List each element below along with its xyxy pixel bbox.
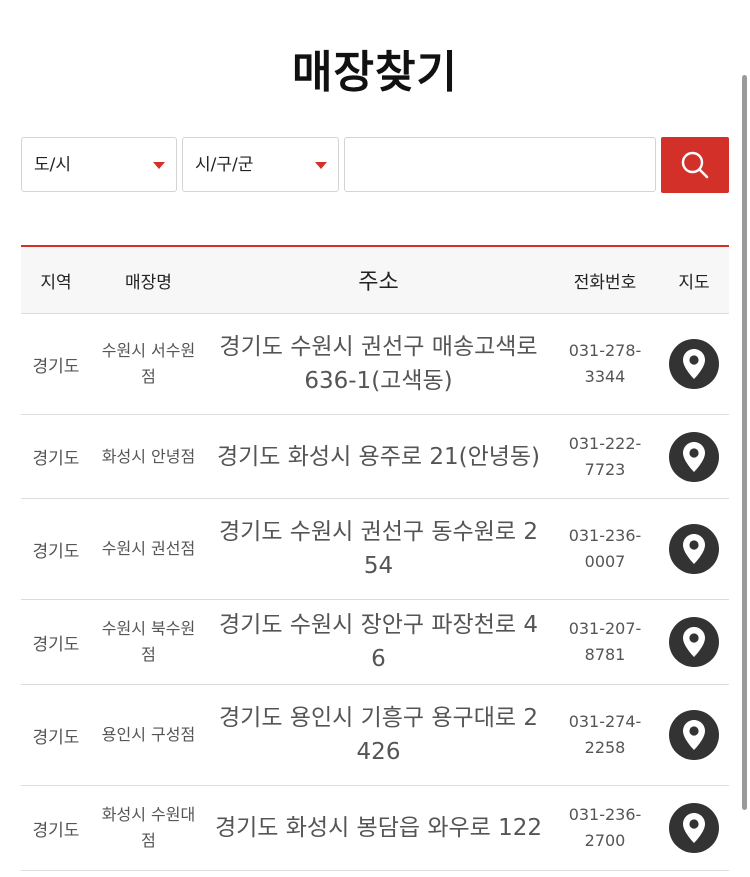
table-row: 경기도 화성시 안녕점 경기도 화성시 용주로 21(안녕동) 031-222-… [21, 414, 729, 499]
store-finder-page: 매장찾기 도/시 시/구/군 지역 매장명 주소 전화번호 지도 경기도 수원시… [0, 0, 750, 877]
table-row: 경기도 수원시 북수원점 경기도 수원시 장안구 파장천로 46 031-207… [21, 599, 729, 685]
search-button[interactable] [661, 137, 729, 193]
row-store-name: 수원시 권선점 [91, 498, 206, 600]
row-store-name: 용인시 구성점 [91, 684, 206, 786]
location-pin-icon [683, 720, 705, 750]
district-select[interactable]: 시/구/군 [182, 137, 339, 192]
table-row: 경기도 수원시 서수원점 경기도 수원시 권선구 매송고색로 636-1(고색동… [21, 313, 729, 415]
row-store-name: 화성시 수원대점 [91, 785, 206, 871]
row-address: 경기도 수원시 권선구 매송고색로 636-1(고색동) [206, 313, 551, 415]
row-store-name: 수원시 북수원점 [91, 599, 206, 685]
header-phone: 전화번호 [551, 246, 659, 314]
location-pin-icon [683, 534, 705, 564]
header-map: 지도 [659, 246, 729, 314]
row-address: 경기도 화성시 봉담읍 와우로 122 [206, 785, 551, 871]
map-button[interactable] [669, 339, 719, 389]
page-title: 매장찾기 [292, 47, 458, 99]
city-select[interactable]: 도/시 [21, 137, 177, 192]
map-button[interactable] [669, 524, 719, 574]
search-input[interactable] [344, 137, 656, 192]
row-phone: 031-278-3344 [551, 313, 659, 415]
row-store-name: 화성시 안녕점 [91, 414, 206, 499]
header-address: 주소 [206, 246, 551, 314]
row-phone: 031-236-0007 [551, 498, 659, 600]
city-select-label: 도/시 [34, 155, 72, 175]
row-region: 경기도 [21, 684, 91, 786]
row-phone: 031-236-2700 [551, 785, 659, 871]
header-store-name: 매장명 [91, 246, 206, 314]
chevron-down-icon [153, 162, 165, 169]
map-button[interactable] [669, 431, 719, 482]
search-bar: 도/시 시/구/군 [21, 137, 729, 194]
header-region: 지역 [21, 246, 91, 314]
map-button[interactable] [669, 617, 719, 667]
scrollbar[interactable] [742, 75, 747, 810]
search-icon [681, 151, 709, 179]
store-table: 지역 매장명 주소 전화번호 지도 경기도 수원시 서수원점 경기도 수원시 권… [21, 245, 729, 871]
district-select-label: 시/구/군 [195, 155, 254, 175]
row-address: 경기도 화성시 용주로 21(안녕동) [206, 414, 551, 499]
chevron-down-icon [315, 162, 327, 169]
table-row: 경기도 수원시 권선점 경기도 수원시 권선구 동수원로 254 031-236… [21, 498, 729, 600]
location-pin-icon [683, 813, 705, 843]
row-region: 경기도 [21, 414, 91, 499]
location-pin-icon [683, 441, 705, 472]
row-address: 경기도 용인시 기흥구 용구대로 2426 [206, 684, 551, 786]
table-row: 경기도 화성시 수원대점 경기도 화성시 봉담읍 와우로 122 031-236… [21, 785, 729, 871]
row-store-name: 수원시 서수원점 [91, 313, 206, 415]
row-address: 경기도 수원시 권선구 동수원로 254 [206, 498, 551, 600]
row-region: 경기도 [21, 498, 91, 600]
table-row: 경기도 용인시 구성점 경기도 용인시 기흥구 용구대로 2426 031-27… [21, 684, 729, 786]
map-button[interactable] [669, 710, 719, 760]
map-button[interactable] [669, 803, 719, 853]
row-region: 경기도 [21, 599, 91, 685]
row-address: 경기도 수원시 장안구 파장천로 46 [206, 599, 551, 685]
location-pin-icon [683, 349, 705, 379]
row-phone: 031-222-7723 [551, 414, 659, 499]
table-header-row: 지역 매장명 주소 전화번호 지도 [21, 246, 729, 314]
row-region: 경기도 [21, 313, 91, 415]
location-pin-icon [683, 627, 705, 657]
row-phone: 031-207-8781 [551, 599, 659, 685]
row-phone: 031-274-2258 [551, 684, 659, 786]
row-region: 경기도 [21, 785, 91, 871]
